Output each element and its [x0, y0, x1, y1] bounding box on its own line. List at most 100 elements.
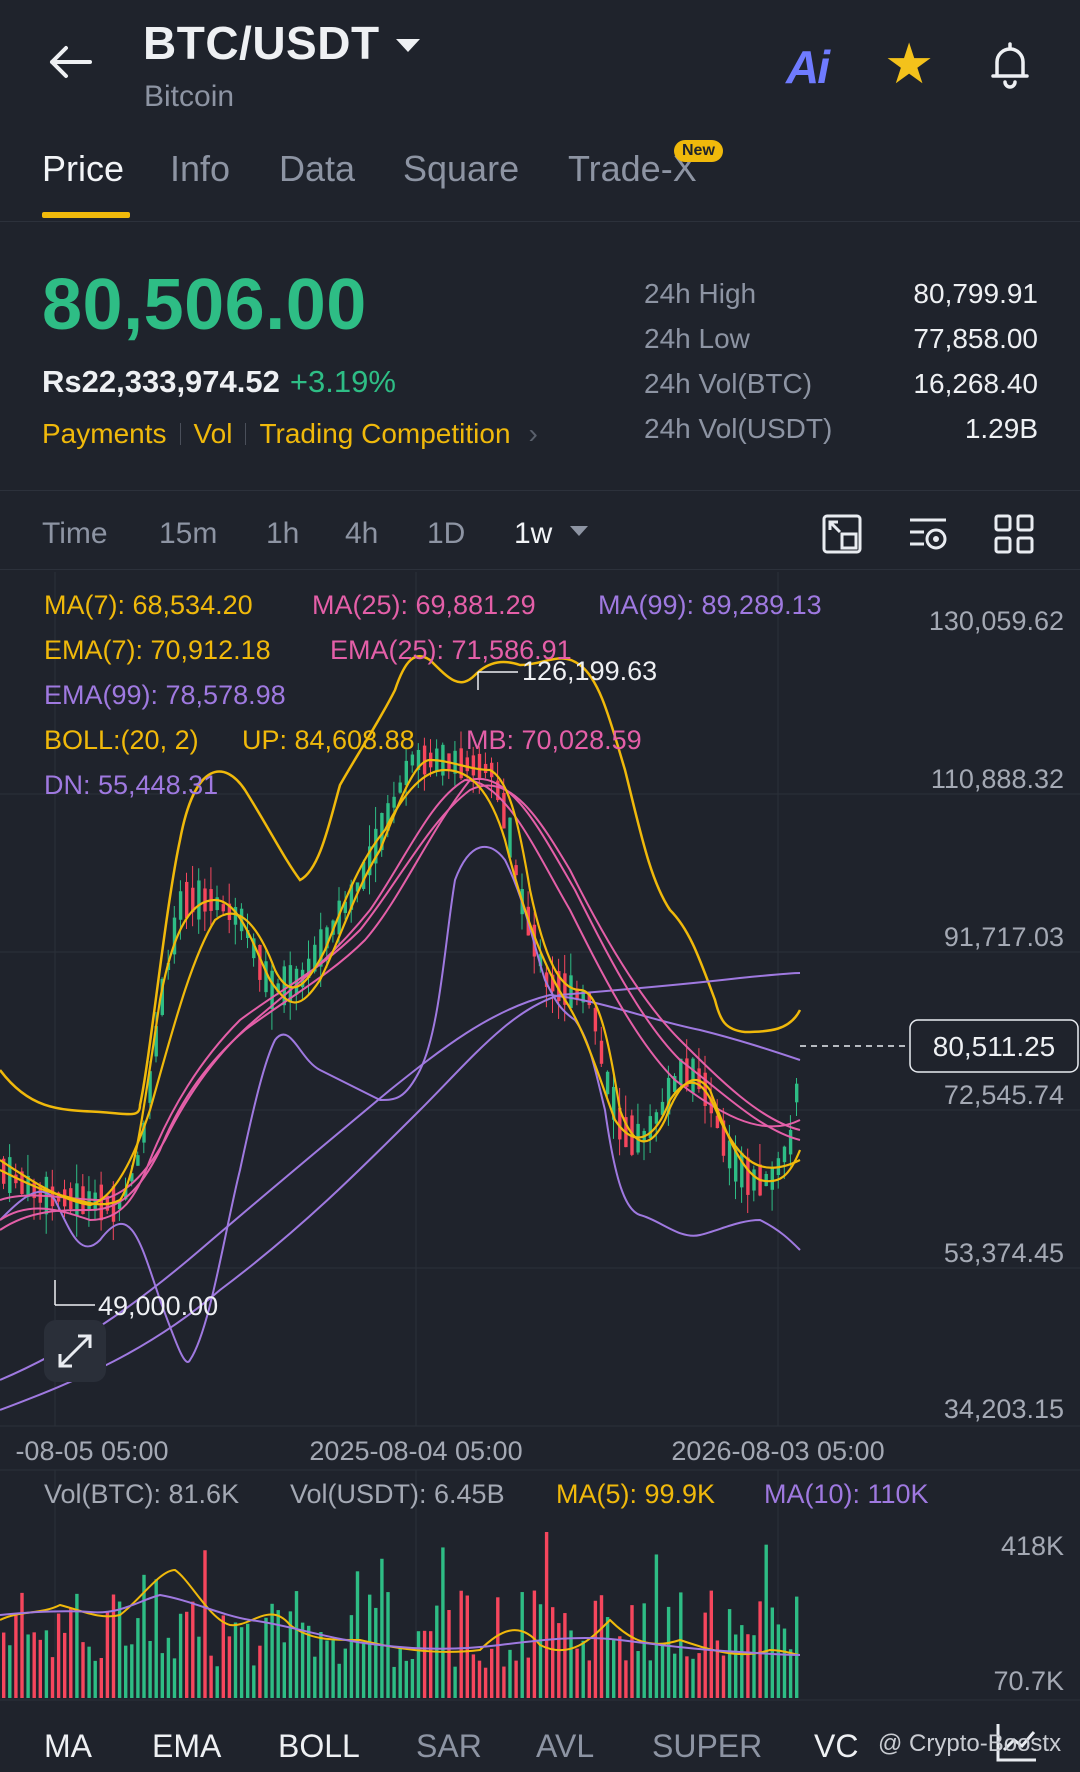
tab-price[interactable]: Price: [42, 148, 124, 190]
volume-bar: [526, 1657, 530, 1698]
tab-square[interactable]: Square: [403, 148, 519, 190]
volume-bar: [416, 1631, 421, 1698]
stat-label: 24h High: [644, 278, 757, 309]
stat-value: 77,858.00: [913, 323, 1038, 354]
volume-bar: [331, 1640, 335, 1698]
back-arrow-icon[interactable]: [44, 40, 96, 84]
active-tab-indicator: [42, 212, 130, 218]
indicator-boll[interactable]: BOLL: [278, 1728, 360, 1765]
volume-bar: [26, 1634, 30, 1698]
volume-bar: [264, 1617, 268, 1698]
divider: [179, 423, 181, 445]
chevron-down-icon[interactable]: [570, 526, 588, 536]
volume-bar: [14, 1614, 18, 1698]
indicator-avl[interactable]: AVL: [536, 1728, 594, 1765]
fiat-price-row: Rs22,333,974.52 +3.19%: [42, 364, 396, 400]
volume-bar: [185, 1611, 189, 1698]
price-chart[interactable]: 80,511.25 126,199.63 49,000.00 130,059.6…: [0, 572, 1080, 1708]
volume-bar: [191, 1601, 195, 1698]
fullscreen-icon[interactable]: [820, 512, 864, 556]
tf-1d[interactable]: 1D: [427, 517, 465, 551]
layout-grid-icon[interactable]: [992, 512, 1036, 556]
volume-bar: [685, 1656, 689, 1698]
date-tick: 2025-08-04 05:00: [309, 1436, 522, 1466]
candle-body: [770, 1167, 774, 1190]
volume-bar: [355, 1571, 360, 1698]
volume-bar: [593, 1600, 598, 1698]
volume-bar: [380, 1558, 384, 1698]
indicator-settings-icon[interactable]: [906, 512, 950, 556]
volume-bar: [136, 1618, 140, 1698]
tf-4h[interactable]: 4h: [345, 517, 378, 551]
candlesticks: [2, 731, 799, 1241]
link-trading-competition[interactable]: Trading Competition: [259, 418, 510, 450]
bell-icon[interactable]: [983, 38, 1037, 92]
expand-chart-icon[interactable]: [44, 1320, 106, 1382]
legend-ma25: MA(25): 69,881.29: [312, 590, 536, 620]
favorite-star-icon[interactable]: ★: [884, 36, 934, 92]
candle-body: [221, 904, 225, 912]
candle-body: [410, 754, 415, 766]
ema-pink-lines: [0, 777, 801, 1231]
volume-bar: [441, 1547, 445, 1698]
candle-body: [569, 975, 573, 1009]
date-axis: -08-05 05:00 2025-08-04 05:00 2026-08-03…: [15, 1436, 884, 1466]
tab-info[interactable]: Info: [170, 148, 230, 190]
volume-bar: [410, 1658, 415, 1698]
volume-legend: Vol(BTC): 81.6K Vol(USDT): 6.45B MA(5): …: [44, 1479, 929, 1509]
vol-axis-top: 418K: [1001, 1531, 1064, 1561]
indicator-super[interactable]: SUPER: [652, 1728, 762, 1765]
watermark: @ Crypto-Boostx: [878, 1730, 1062, 1757]
link-vol[interactable]: Vol: [194, 418, 233, 450]
candle-body: [605, 1071, 610, 1095]
volume-bar: [715, 1640, 720, 1698]
volume-bar: [2, 1632, 6, 1698]
link-payments[interactable]: Payments: [42, 418, 167, 450]
candle-body: [795, 1083, 799, 1103]
volume-bar: [87, 1646, 91, 1698]
volume-bar: [490, 1648, 494, 1698]
legend-ema7: EMA(7): 70,912.18: [44, 635, 271, 665]
volume-bar: [124, 1645, 128, 1698]
volume-bar: [788, 1649, 793, 1698]
candle-body: [691, 1058, 695, 1093]
date-tick: -08-05 05:00: [15, 1436, 168, 1466]
indicator-legend: MA(7): 68,534.20 MA(25): 69,881.29 MA(99…: [44, 590, 822, 800]
candle-body: [178, 891, 183, 920]
tf-1w[interactable]: 1w: [514, 517, 552, 551]
indicator-ema[interactable]: EMA: [152, 1728, 221, 1765]
tf-1h[interactable]: 1h: [266, 517, 299, 551]
volume-bar: [270, 1603, 274, 1698]
volume-bar: [666, 1606, 671, 1698]
volume-bar: [32, 1632, 36, 1698]
volume-bar: [618, 1636, 622, 1698]
vol-usdt-label: Vol(USDT): 6.45B: [290, 1479, 505, 1509]
low-marker: [54, 1280, 95, 1306]
volume-bar: [252, 1665, 256, 1698]
volume-bar: [258, 1645, 262, 1698]
tf-time[interactable]: Time: [42, 517, 108, 551]
chevron-right-icon[interactable]: ›: [529, 418, 538, 450]
volume-bar: [520, 1592, 524, 1698]
tf-15m[interactable]: 15m: [159, 517, 217, 551]
pair-selector[interactable]: BTC/USDT: [143, 16, 420, 70]
ai-icon[interactable]: Ai: [786, 40, 830, 94]
stat-24h-high: 24h High 80,799.91: [644, 278, 1038, 323]
volume-bar: [782, 1628, 787, 1698]
volume-bar: [282, 1642, 286, 1698]
indicator-sar[interactable]: SAR: [416, 1728, 482, 1765]
volume-bar: [44, 1630, 49, 1698]
low-marker-label: 49,000.00: [98, 1291, 218, 1321]
legend-ema25: EMA(25): 71,586.91: [330, 635, 572, 665]
candle-body: [593, 1008, 598, 1032]
volume-bar: [605, 1617, 610, 1698]
chevron-down-icon: [395, 38, 420, 52]
indicator-ma[interactable]: MA: [44, 1728, 92, 1765]
volume-bar: [563, 1613, 567, 1698]
volume-bar: [532, 1590, 537, 1698]
candle-body: [599, 1040, 604, 1064]
volume-bar: [709, 1590, 713, 1698]
volume-bar: [630, 1605, 634, 1698]
indicator-vol[interactable]: VC: [814, 1728, 858, 1765]
tab-data[interactable]: Data: [279, 148, 355, 190]
